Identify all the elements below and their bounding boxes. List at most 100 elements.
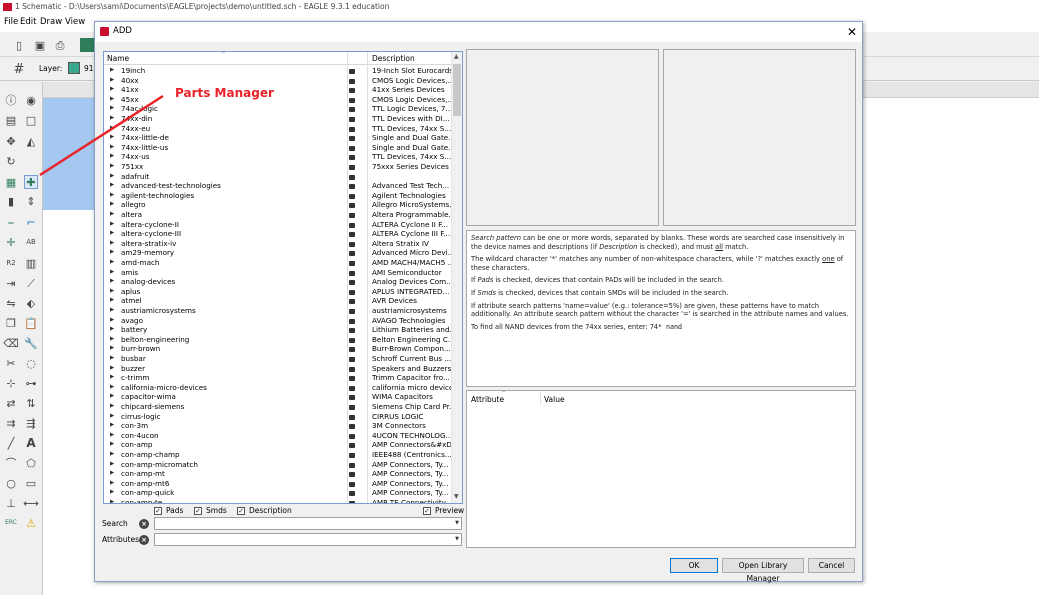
pads-checkbox[interactable]: ✓ [154, 507, 162, 515]
menu-file[interactable]: File [4, 16, 18, 28]
align-icon[interactable]: ⇉ [4, 416, 18, 430]
replace-icon[interactable]: ▮ [4, 194, 18, 208]
list-item[interactable]: ▶ 74xx-eu TTL Devices, 74xx S... [104, 124, 451, 134]
route-icon[interactable]: ⊶ [24, 376, 38, 390]
bus-icon[interactable]: ⇄ [4, 396, 18, 410]
list-item[interactable]: ▶ atmel AVR Devices [104, 296, 451, 306]
list-item[interactable]: ▶ adafruit [104, 172, 451, 182]
list-item[interactable]: ▶ 41xx 41xx Series Devices [104, 85, 451, 95]
grid-icon[interactable]: # [12, 62, 26, 76]
expand-arrow-icon[interactable]: ▶ [110, 181, 114, 191]
delete-icon[interactable]: ⌫ [3, 336, 19, 350]
list-item[interactable]: ▶ 74xx-us TTL Devices, 74xx S... [104, 152, 451, 162]
list-item[interactable]: ▶ burr-brown Burr-Brown Compon... [104, 344, 451, 354]
list-item[interactable]: ▶ austriamicrosystems austriamicrosystems [104, 306, 451, 316]
list-item[interactable]: ▶ 751xx 75xxx Series Devices [104, 162, 451, 172]
column-header-attribute[interactable]: Attribute [471, 395, 504, 404]
expand-arrow-icon[interactable]: ▶ [110, 229, 114, 239]
list-item[interactable]: ▶ analog-devices Analog Devices Com... [104, 277, 451, 287]
optimize-icon[interactable]: ⊹ [4, 376, 18, 390]
display-icon[interactable]: ▤ [4, 113, 18, 127]
net-icon[interactable]: ⌐ [24, 215, 38, 229]
expand-arrow-icon[interactable]: ▶ [110, 104, 114, 114]
list-item[interactable]: ▶ cirrus-logic CIRRUS LOGIC [104, 412, 451, 422]
list-item[interactable]: ▶ 74xx-little-de Single and Dual Gate... [104, 133, 451, 143]
expand-arrow-icon[interactable]: ▶ [110, 277, 114, 287]
expand-arrow-icon[interactable]: ▶ [110, 220, 114, 230]
polygon-icon[interactable]: ⬠ [24, 456, 38, 470]
layer-value[interactable]: 91 [84, 64, 94, 73]
expand-arrow-icon[interactable]: ▶ [110, 431, 114, 441]
expand-arrow-icon[interactable]: ▶ [110, 364, 114, 374]
column-header-name[interactable]: Name [107, 54, 129, 63]
expand-arrow-icon[interactable]: ▶ [110, 296, 114, 306]
expand-arrow-icon[interactable]: ▶ [110, 316, 114, 326]
wire-icon[interactable]: ⎯ [4, 215, 18, 229]
gateswap-icon[interactable]: ⇥ [4, 276, 18, 290]
circle-icon[interactable]: ○ [4, 476, 18, 490]
expand-arrow-icon[interactable]: ▶ [110, 191, 114, 201]
expand-arrow-icon[interactable]: ▶ [110, 373, 114, 383]
smash-icon[interactable]: ⟋ [24, 276, 38, 290]
expand-arrow-icon[interactable]: ▶ [110, 152, 114, 162]
expand-arrow-icon[interactable]: ▶ [110, 421, 114, 431]
expand-arrow-icon[interactable]: ▶ [110, 383, 114, 393]
list-item[interactable]: ▶ con-amp-te AMP TE Connectivity... [104, 498, 451, 503]
print-icon[interactable]: ⎙ [53, 38, 67, 52]
expand-arrow-icon[interactable]: ▶ [110, 248, 114, 258]
expand-arrow-icon[interactable]: ▶ [110, 133, 114, 143]
expand-arrow-icon[interactable]: ▶ [110, 239, 114, 249]
list-item[interactable]: ▶ con-amp-micromatch AMP Connectors, Ty... [104, 460, 451, 470]
list-item[interactable]: ▶ altera Altera Programmable... [104, 210, 451, 220]
line-icon[interactable]: ╱ [4, 436, 18, 450]
list-item[interactable]: ▶ altera-cyclone-II ALTERA Cyclone II F... [104, 220, 451, 230]
dimension-icon[interactable]: ⟷ [23, 496, 39, 510]
name-icon[interactable]: R2 [4, 256, 18, 270]
list-item[interactable]: ▶ am29-memory Advanced Micro Devi... [104, 248, 451, 258]
expand-arrow-icon[interactable]: ▶ [110, 392, 114, 402]
expand-arrow-icon[interactable]: ▶ [110, 95, 114, 105]
text-icon[interactable]: A [24, 436, 38, 450]
column-header-value[interactable]: Value [544, 395, 565, 404]
menu-edit[interactable]: Edit [20, 16, 36, 28]
expand-arrow-icon[interactable]: ▶ [110, 450, 114, 460]
preview-checkbox[interactable]: ✓ [423, 507, 431, 515]
expand-arrow-icon[interactable]: ▶ [110, 143, 114, 153]
attribute-table[interactable]: Attribute ⌃ Value [466, 390, 856, 548]
expand-arrow-icon[interactable]: ▶ [110, 258, 114, 268]
expand-arrow-icon[interactable]: ▶ [110, 114, 114, 124]
description-checkbox[interactable]: ✓ [237, 507, 245, 515]
list-item[interactable]: ▶ belton-engineering Belton Engineering C.… [104, 335, 451, 345]
list-item[interactable]: ▶ avago AVAGO Technologies [104, 316, 451, 326]
erc-icon[interactable]: ERC [4, 516, 18, 530]
list-item[interactable]: ▶ advanced-test-technologies Advanced Test… [104, 181, 451, 191]
expand-arrow-icon[interactable]: ▶ [110, 306, 114, 316]
rotate-icon[interactable]: ↻ [4, 154, 18, 168]
menu-view[interactable]: View [65, 16, 85, 28]
list-item[interactable]: ▶ allegro Allegro MicroSystems... [104, 200, 451, 210]
attribute-icon[interactable]: ⬖ [24, 296, 38, 310]
list-item[interactable]: ▶ 40xx CMOS Logic Devices,... [104, 76, 451, 86]
expand-arrow-icon[interactable]: ▶ [110, 479, 114, 489]
list-item[interactable]: ▶ 74xx-din TTL Devices with DI... [104, 114, 451, 124]
rectangle-icon[interactable]: ▭ [24, 476, 38, 490]
mirror-icon[interactable]: ◭ [24, 134, 38, 148]
close-icon[interactable]: ✕ [844, 24, 860, 40]
clear-search-icon[interactable]: × [139, 519, 149, 529]
list-item[interactable]: ▶ amis AMI Semiconductor [104, 268, 451, 278]
mark-icon[interactable]: □ [24, 113, 38, 127]
copy-icon[interactable]: ❐ [4, 316, 18, 330]
add-part-icon[interactable]: ✚ [24, 175, 38, 189]
group-move-icon[interactable]: ⇶ [24, 416, 38, 430]
cancel-button[interactable]: Cancel [808, 558, 855, 573]
list-item[interactable]: ▶ con-4ucon 4UCON TECHNOLOG... [104, 431, 451, 441]
invoke-icon[interactable]: ⇅ [24, 396, 38, 410]
list-item[interactable]: ▶ con-amp-mt AMP Connectors, Ty... [104, 469, 451, 479]
new-file-icon[interactable]: ▯ [12, 38, 26, 52]
list-item[interactable]: ▶ busbar Schroff Current Bus ... [104, 354, 451, 364]
save-icon[interactable]: ▣ [33, 38, 47, 52]
scrollbar-thumb[interactable] [453, 64, 461, 116]
expand-arrow-icon[interactable]: ▶ [110, 200, 114, 210]
frame-icon[interactable]: ⊥ [4, 496, 18, 510]
scroll-up-icon[interactable]: ▲ [454, 53, 459, 60]
